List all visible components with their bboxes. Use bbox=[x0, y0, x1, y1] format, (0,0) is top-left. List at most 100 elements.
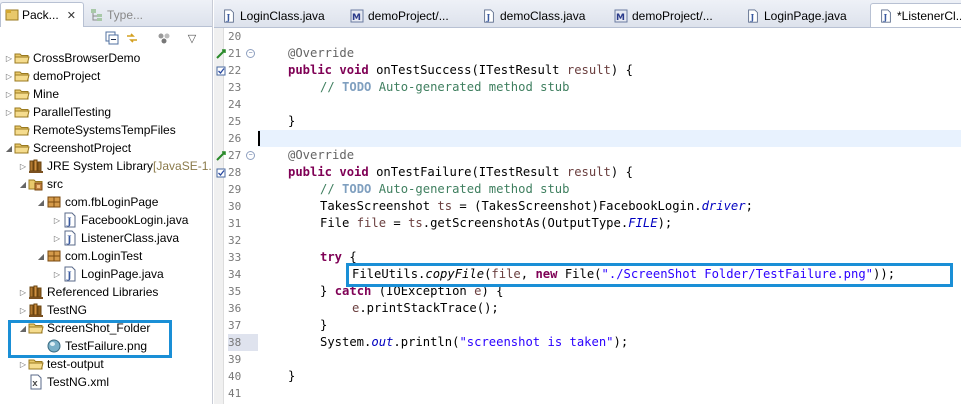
collapsed-arrow-icon[interactable]: ▷ bbox=[4, 72, 14, 81]
collapsed-arrow-icon[interactable]: ▷ bbox=[4, 108, 14, 117]
project-icon bbox=[14, 86, 30, 102]
tree-item-label: com.fbLoginPage bbox=[65, 195, 159, 209]
editor-tab-label: *ListenerCl... bbox=[897, 9, 961, 23]
svg-text:X: X bbox=[32, 380, 38, 388]
close-icon[interactable]: ✕ bbox=[67, 9, 76, 22]
collapsed-arrow-icon[interactable]: ▷ bbox=[52, 234, 62, 243]
editor-tab[interactable]: J LoginClass.java bbox=[214, 3, 340, 27]
package-explorer-toolbar: ▽ bbox=[0, 27, 212, 49]
collapsed-arrow-icon[interactable]: ▷ bbox=[18, 306, 28, 315]
editor-area: J LoginClass.java MdemoProject/... JdemoCla… bbox=[214, 0, 961, 404]
tree-item[interactable]: ▷ Mine bbox=[4, 85, 59, 103]
line-number: 35 bbox=[228, 285, 242, 298]
collapsed-arrow-icon[interactable]: ▷ bbox=[4, 54, 14, 63]
tree-item[interactable]: ◢ src bbox=[18, 175, 63, 193]
tab-package-explorer[interactable]: Pack... ✕ bbox=[0, 2, 84, 27]
editor-tab-label: demoProject/... bbox=[368, 8, 449, 23]
tree-item[interactable]: ◢ com.LoginTest bbox=[36, 247, 142, 265]
tree-item[interactable]: ▷ J LoginPage.java bbox=[52, 265, 164, 283]
tree-item-label: ScreenshotProject bbox=[33, 141, 132, 155]
tree-item-decoration: [JavaSE-1.8] bbox=[153, 159, 212, 173]
collapsed-arrow-icon[interactable]: ▷ bbox=[4, 90, 14, 99]
svg-text:J: J bbox=[66, 272, 71, 282]
tree-item[interactable]: ▷ J ListenerClass.java bbox=[52, 229, 179, 247]
line-number: 34 bbox=[228, 268, 242, 281]
tree-item-label: demoProject bbox=[33, 69, 101, 83]
svg-text:J: J bbox=[750, 12, 755, 21]
tree-item-label: src bbox=[47, 177, 63, 191]
library-icon bbox=[28, 284, 44, 300]
tree-item[interactable]: ▷ TestNG bbox=[18, 301, 87, 319]
line-number: 33 bbox=[228, 251, 242, 264]
tree-item-label: Referenced Libraries bbox=[47, 285, 159, 299]
editor-tab[interactable]: J *ListenerCl... bbox=[870, 3, 961, 27]
current-line-highlight bbox=[258, 130, 961, 147]
view-menu-icon[interactable]: ▽ bbox=[184, 30, 200, 46]
tree-item[interactable]: X TestNG.xml bbox=[18, 373, 109, 391]
collapsed-arrow-icon[interactable]: ▷ bbox=[52, 270, 62, 279]
line-number: 25 bbox=[228, 115, 242, 128]
source-folder-icon bbox=[28, 176, 44, 192]
editor-tab-label: demoProject/... bbox=[632, 8, 713, 23]
editor-tab[interactable]: J LoginPage.java bbox=[738, 3, 868, 27]
java-file-icon: J bbox=[62, 230, 78, 246]
fold-collapse-icon[interactable]: − bbox=[246, 151, 255, 160]
tree-item[interactable]: ▷ JRE System Library [JavaSE-1.8] bbox=[18, 157, 212, 175]
filters-icon[interactable] bbox=[156, 30, 172, 46]
line-number: 31 bbox=[228, 217, 242, 230]
package-explorer-tabs: Pack... ✕ Type... bbox=[0, 0, 212, 27]
java-file-icon: J bbox=[62, 212, 78, 228]
collapsed-arrow-icon[interactable]: ▷ bbox=[18, 288, 28, 297]
project-icon bbox=[14, 68, 30, 84]
tree-item[interactable]: ◢ com.fbLoginPage bbox=[36, 193, 158, 211]
collapse-all-icon[interactable] bbox=[104, 30, 120, 46]
code-editor[interactable]: 20 21 22 23 24 25 26 27 28 29 30 31 32 33 34 35 36 37 38 39… bbox=[214, 28, 961, 404]
tree-item[interactable]: ◢ ScreenshotProject bbox=[4, 139, 131, 157]
highlight-box-copyfile-line bbox=[346, 263, 953, 287]
line-number: 37 bbox=[228, 319, 242, 332]
link-with-editor-icon[interactable] bbox=[124, 30, 140, 46]
editor-tab[interactable]: MdemoProject/... bbox=[342, 3, 472, 27]
tab-type-hierarchy[interactable]: Type... bbox=[86, 2, 206, 27]
xml-file-icon: X bbox=[28, 374, 44, 390]
library-icon bbox=[28, 158, 44, 174]
tree-item[interactable]: ▷ ParallelTesting bbox=[4, 103, 111, 121]
code-line-27: @Override bbox=[288, 148, 355, 162]
task-marker-icon[interactable] bbox=[216, 65, 226, 76]
editor-tab[interactable]: MdemoProject/... bbox=[606, 3, 736, 27]
collapsed-arrow-icon[interactable]: ▷ bbox=[18, 360, 28, 369]
java-file-icon: J bbox=[222, 8, 236, 23]
code-line-22: public void onTestSuccess(ITestResult re… bbox=[288, 63, 633, 77]
override-marker-icon[interactable] bbox=[216, 48, 226, 59]
project-icon bbox=[14, 122, 30, 138]
java-file-icon: J bbox=[62, 266, 78, 282]
folder-icon bbox=[28, 356, 44, 372]
tree-item-label: Mine bbox=[33, 87, 60, 101]
code-line-38: System.out.println("screenshot is taken"… bbox=[320, 335, 629, 349]
override-marker-icon[interactable] bbox=[216, 150, 226, 161]
editor-tab[interactable]: JdemoClass.java bbox=[474, 3, 604, 27]
highlight-box-screenshot-folder bbox=[8, 320, 172, 358]
expanded-arrow-icon[interactable]: ◢ bbox=[36, 252, 46, 261]
expanded-arrow-icon[interactable]: ◢ bbox=[18, 180, 28, 189]
java-file-icon: J bbox=[482, 8, 496, 23]
svg-text:M: M bbox=[616, 13, 625, 23]
tree-item-label: FacebookLogin.java bbox=[81, 213, 189, 227]
line-number: 41 bbox=[228, 387, 242, 400]
tree-item[interactable]: ▷ J FacebookLogin.java bbox=[52, 211, 188, 229]
tree-item[interactable]: RemoteSystemsTempFiles bbox=[4, 121, 176, 139]
tree-item-label: ListenerClass.java bbox=[81, 231, 180, 245]
tree-item[interactable]: ▷ CrossBrowserDemo bbox=[4, 49, 140, 67]
tree-item[interactable]: ▷ demoProject bbox=[4, 67, 100, 85]
line-number: 38 bbox=[228, 334, 258, 351]
expanded-arrow-icon[interactable]: ◢ bbox=[4, 144, 14, 153]
tree-item[interactable]: ▷ Referenced Libraries bbox=[18, 283, 158, 301]
task-marker-icon[interactable] bbox=[216, 167, 226, 178]
collapsed-arrow-icon[interactable]: ▷ bbox=[52, 216, 62, 225]
line-number: 36 bbox=[228, 302, 242, 315]
maven-icon: M bbox=[350, 9, 364, 23]
fold-collapse-icon[interactable]: − bbox=[246, 49, 255, 58]
collapsed-arrow-icon[interactable]: ▷ bbox=[18, 162, 28, 171]
library-icon bbox=[28, 302, 44, 318]
expanded-arrow-icon[interactable]: ◢ bbox=[36, 198, 46, 207]
